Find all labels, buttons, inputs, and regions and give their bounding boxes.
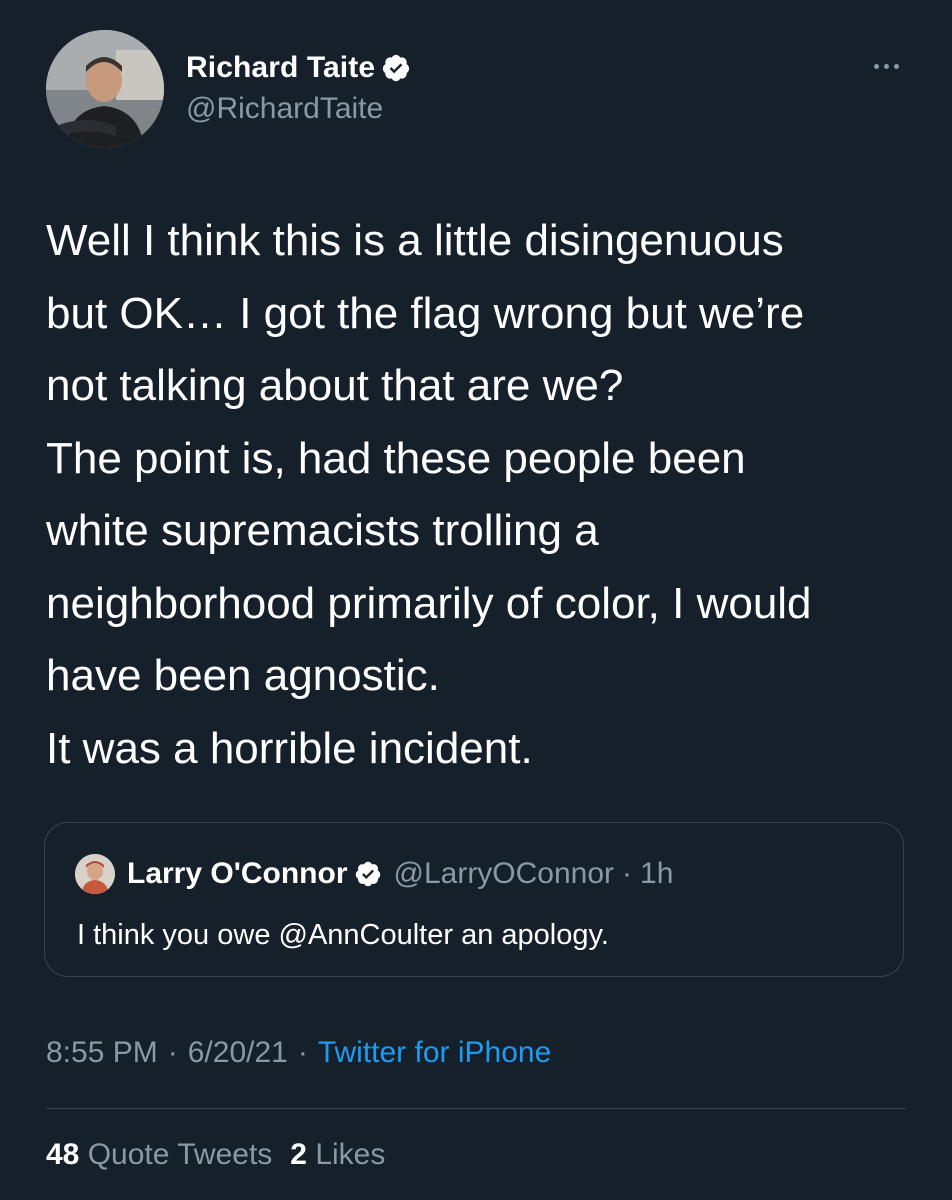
- quoted-timestamp: 1h: [640, 857, 674, 890]
- author-handle[interactable]: @RichardTaite: [186, 92, 411, 126]
- tweet-time[interactable]: 8:55 PM: [46, 1036, 158, 1069]
- quoted-author-display-name: Larry O'Connor: [127, 857, 348, 890]
- quoted-verified-badge-icon: [354, 860, 382, 888]
- quoted-tweet-card[interactable]: Larry O'Connor @LarryOConnor · 1h I thin…: [44, 822, 904, 977]
- tweet-text-line: neighborhood primarily of color, I would: [46, 578, 812, 628]
- tweet-metadata: 8:55 PM · 6/20/21 · Twitter for iPhone: [46, 1036, 551, 1070]
- likes-label: Likes: [315, 1138, 386, 1171]
- tweet-text-line: but OK… I got the flag wrong but we’re: [46, 288, 805, 338]
- likes-count: 2: [290, 1138, 307, 1171]
- quoted-author-avatar: [75, 854, 115, 894]
- tweet-header: Richard Taite @RichardTaite: [46, 30, 906, 150]
- tweet-text-line: It was a horrible incident.: [46, 723, 533, 773]
- quote-tweets-label: Quote Tweets: [87, 1138, 273, 1171]
- tweet-stats: 48 Quote Tweets 2 Likes: [46, 1138, 385, 1172]
- tweet-text: Well I think this is a little disingenuo…: [46, 205, 916, 785]
- quoted-tweet-text: I think you owe @AnnCoulter an apology.: [77, 919, 609, 951]
- meta-separator: ·: [297, 1036, 308, 1069]
- quoted-separator: ·: [622, 857, 633, 890]
- tweet-text-line: The point is, had these people been: [46, 433, 746, 483]
- more-options-icon[interactable]: [866, 56, 906, 76]
- quoted-author-handle: @LarryOConnor: [393, 857, 615, 890]
- likes-stat[interactable]: 2 Likes: [290, 1138, 385, 1171]
- tweet-text-line: not talking about that are we?: [46, 361, 624, 410]
- author-info: Richard Taite @RichardTaite: [186, 48, 411, 126]
- verified-badge-icon: [381, 53, 411, 83]
- meta-separator: ·: [167, 1036, 178, 1069]
- quote-tweets-stat[interactable]: 48 Quote Tweets: [46, 1138, 272, 1171]
- tweet-source-link[interactable]: Twitter for iPhone: [318, 1036, 551, 1069]
- tweet-text-line: have been agnostic.: [46, 651, 440, 700]
- quoted-tweet-header: Larry O'Connor @LarryOConnor · 1h: [75, 853, 673, 895]
- stats-divider: [46, 1108, 906, 1109]
- tweet-text-line: Well I think this is a little disingenuo…: [46, 216, 784, 265]
- quote-tweets-count: 48: [46, 1138, 80, 1171]
- author-avatar[interactable]: [46, 30, 164, 148]
- tweet-text-line: white supremacists trolling a: [46, 506, 599, 555]
- tweet-date[interactable]: 6/20/21: [188, 1036, 288, 1069]
- author-display-name[interactable]: Richard Taite: [186, 51, 375, 85]
